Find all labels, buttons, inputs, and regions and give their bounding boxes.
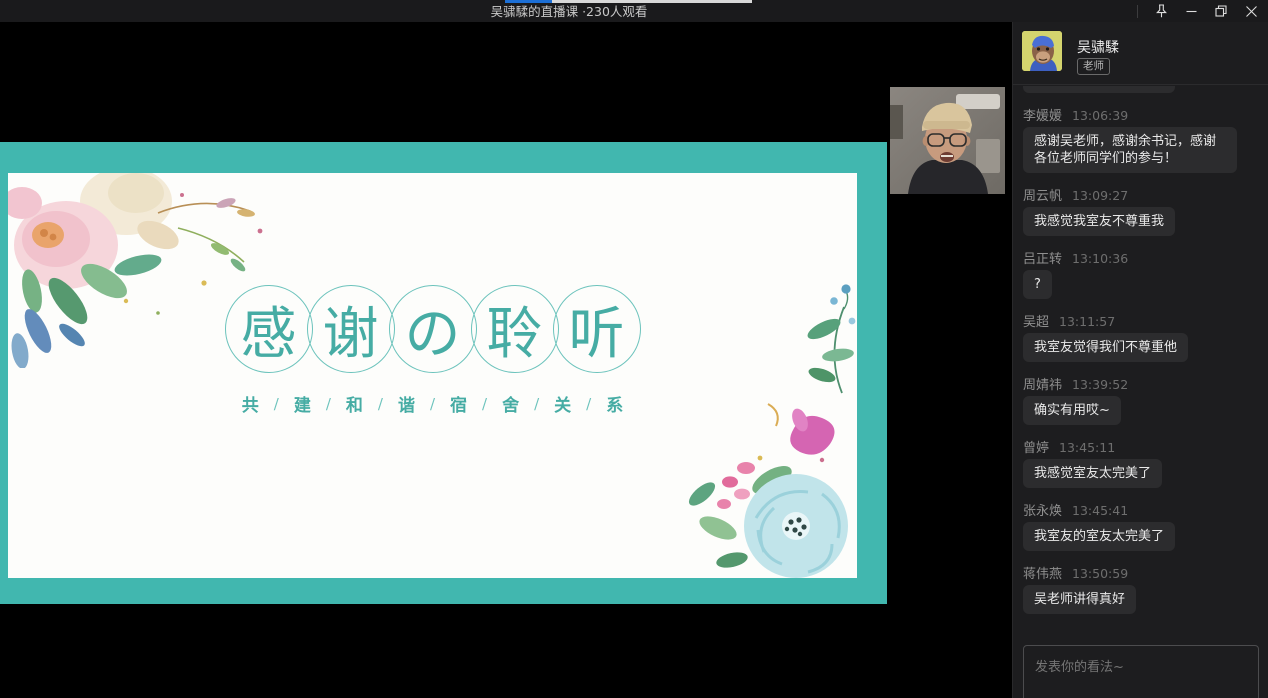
chat-message: 周婧祎13:39:52确实有用哎~ [1023, 374, 1260, 425]
chat-message-bubble: ? [1023, 270, 1052, 299]
chat-message-time: 13:50:59 [1072, 566, 1128, 581]
chat-input[interactable] [1024, 646, 1258, 698]
chat-message-time: 13:09:27 [1072, 188, 1128, 203]
chat-message-author: 张永焕 [1023, 500, 1062, 519]
chat-sidebar: 吴骕騥 老师 欢迎吴老师！辛苦啦！李媛媛13:06:39感谢吴老师，感谢余书记，… [1012, 22, 1268, 698]
slide-subtitle-char: 宿 [450, 391, 467, 416]
slide-title-char: 谢 [307, 285, 395, 373]
slide-subtitle-char: 关 [554, 391, 571, 416]
chat-message-author: 蒋伟燕 [1023, 563, 1062, 582]
chat-message-time: 13:11:57 [1059, 314, 1115, 329]
chat-message-time: 13:06:39 [1072, 108, 1128, 123]
chat-message-author: 周云帆 [1023, 185, 1062, 204]
chat-message-author: 吕正转 [1023, 248, 1062, 267]
slide-title-char: の [389, 285, 477, 373]
slide-subtitle-char: 谐 [398, 391, 415, 416]
chat-message-bubble: 我室友觉得我们不尊重他 [1023, 333, 1188, 362]
chat-message-time: 13:10:36 [1072, 251, 1128, 266]
chat-message-time: 13:45:11 [1059, 440, 1115, 455]
chat-message: 李媛媛13:06:39感谢吴老师，感谢余书记，感谢各位老师同学们的参与！ [1023, 105, 1260, 173]
chat-message-bubble: 欢迎吴老师！辛苦啦！ [1023, 86, 1175, 93]
window-title: 吴骕騥的直播课 ·230人观看 [0, 0, 1138, 22]
controls-divider [1137, 5, 1138, 18]
chat-message-author: 李媛媛 [1023, 105, 1062, 124]
slide-subtitle-char: 和 [346, 391, 363, 416]
minimize-icon [1186, 6, 1197, 17]
chat-message-bubble: 我感觉室友太完美了 [1023, 459, 1162, 488]
teacher-role-badge: 老师 [1077, 58, 1110, 75]
ac-unit [956, 94, 1000, 109]
slide-subtitle-separator: / [274, 395, 279, 413]
teacher-avatar[interactable] [1022, 31, 1062, 71]
chat-message-time: 13:45:41 [1072, 503, 1128, 518]
window-controls [1137, 0, 1266, 22]
pin-icon [1155, 4, 1168, 18]
slide-title-char: 聆 [471, 285, 559, 373]
slide-canvas: 感谢の聆听 共 / 建 / 和 / 谐 / 宿 / 舍 / 关 / 系 [8, 173, 857, 578]
slide-subtitle-separator: / [586, 395, 591, 413]
slide-subtitle-separator: / [430, 395, 435, 413]
close-button[interactable] [1236, 0, 1266, 22]
slide-subtitle-separator: / [378, 395, 383, 413]
slide-subtitle-separator: / [326, 395, 331, 413]
chat-message-bubble: 我室友的室友太完美了 [1023, 522, 1175, 551]
chat-message-head: 吕正转13:10:36 [1023, 248, 1260, 263]
minimize-button[interactable] [1176, 0, 1206, 22]
chat-message-author: 曾婷 [1023, 437, 1049, 456]
close-icon [1246, 6, 1257, 17]
chat-message: 曾婷13:45:11我感觉室友太完美了 [1023, 437, 1260, 488]
slide-subtitle-separator: / [482, 395, 487, 413]
slide-title: 感谢の聆听 [8, 285, 857, 373]
slide-subtitle-separator: / [534, 395, 539, 413]
chat-message: 周云帆13:09:27我感觉我室友不尊重我 [1023, 185, 1260, 236]
chat-message-list[interactable]: 欢迎吴老师！辛苦啦！李媛媛13:06:39感谢吴老师，感谢余书记，感谢各位老师同… [1023, 86, 1260, 638]
chat-message-head: 张永焕13:45:41 [1023, 500, 1260, 515]
chat-message-head: 周婧祎13:39:52 [1023, 374, 1260, 389]
teacher-camera-feed[interactable] [890, 87, 1005, 194]
restore-icon [1215, 5, 1227, 17]
slide-subtitle-char: 建 [294, 391, 311, 416]
flower-decoration-bottom-right [672, 398, 857, 578]
slide-title-char: 感 [225, 285, 313, 373]
chat-message: 吕正转13:10:36? [1023, 248, 1260, 299]
slide-subtitle: 共 / 建 / 和 / 谐 / 宿 / 舍 / 关 / 系 [8, 391, 857, 416]
restore-button[interactable] [1206, 0, 1236, 22]
chat-message: 吴超13:11:57我室友觉得我们不尊重他 [1023, 311, 1260, 362]
chat-message-author: 吴超 [1023, 311, 1049, 330]
chat-message-bubble: 确实有用哎~ [1023, 396, 1121, 425]
chat-message-time: 13:39:52 [1072, 377, 1128, 392]
chat-message-head: 蒋伟燕13:50:59 [1023, 563, 1260, 578]
video-stage[interactable]: 感谢の聆听 共 / 建 / 和 / 谐 / 宿 / 舍 / 关 / 系 [0, 22, 1012, 685]
chat-input-box [1023, 645, 1259, 698]
chat-message: 张永焕13:45:41我室友的室友太完美了 [1023, 500, 1260, 551]
chat-message-head: 吴超13:11:57 [1023, 311, 1260, 326]
slide-subtitle-char: 系 [606, 391, 623, 416]
chat-message: 欢迎吴老师！辛苦啦！ [1023, 86, 1260, 93]
chat-message-bubble: 吴老师讲得真好 [1023, 585, 1136, 614]
chat-message-head: 曾婷13:45:11 [1023, 437, 1260, 452]
chat-message-head: 李媛媛13:06:39 [1023, 105, 1260, 120]
chat-message: 蒋伟燕13:50:59吴老师讲得真好 [1023, 563, 1260, 614]
chat-message-head: 周云帆13:09:27 [1023, 185, 1260, 200]
titlebar: 吴骕騥的直播课 ·230人观看 [0, 0, 1268, 22]
chat-message-bubble: 我感觉我室友不尊重我 [1023, 207, 1175, 236]
slide-subtitle-char: 舍 [502, 391, 519, 416]
teacher-name: 吴骕騥 [1077, 37, 1119, 57]
pin-button[interactable] [1146, 0, 1176, 22]
chat-message-author: 周婧祎 [1023, 374, 1062, 393]
chat-header: 吴骕騥 老师 [1013, 22, 1268, 85]
slide-title-char: 听 [553, 285, 641, 373]
live-class-window: 吴骕騥的直播课 ·230人观看 [0, 0, 1268, 698]
chat-message-bubble: 感谢吴老师，感谢余书记，感谢各位老师同学们的参与！ [1023, 127, 1237, 173]
slide-subtitle-char: 共 [242, 391, 259, 416]
presentation-slide: 感谢の聆听 共 / 建 / 和 / 谐 / 宿 / 舍 / 关 / 系 [0, 142, 887, 604]
